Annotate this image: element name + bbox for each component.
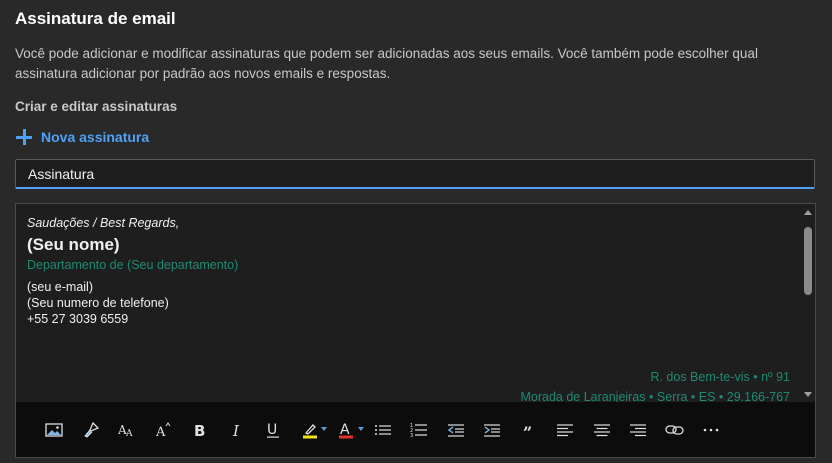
signature-editor[interactable]: Saudações / Best Regards, (Seu nome) Dep…	[15, 203, 816, 458]
more-icon	[703, 428, 719, 431]
image-icon	[45, 422, 63, 437]
link-button[interactable]	[657, 414, 694, 446]
more-options-button[interactable]	[693, 414, 730, 446]
align-left-button[interactable]	[547, 414, 584, 446]
underline-icon: U	[267, 422, 280, 438]
signature-content: Saudações / Best Regards, (Seu nome) Dep…	[27, 215, 238, 327]
change-case-button[interactable]: A	[146, 414, 183, 446]
quote-button[interactable]: ”	[511, 414, 548, 446]
bullets-button[interactable]	[365, 414, 402, 446]
bold-icon: B	[194, 422, 205, 438]
italic-icon: I	[232, 422, 240, 438]
signature-address: R. dos Bem-te-vis • nº 91 Morada de Lara…	[520, 367, 790, 407]
align-right-icon	[630, 423, 647, 436]
change-case-icon: A	[155, 421, 171, 439]
numbered-list-icon: 123	[410, 423, 428, 438]
page-description: Você pode adicionar e modificar assinatu…	[15, 46, 758, 81]
align-left-icon	[557, 423, 574, 436]
bold-button[interactable]: B	[182, 414, 219, 446]
scrollbar-thumb[interactable]	[804, 227, 812, 295]
align-center-icon	[593, 423, 610, 436]
signature-name-input[interactable]: Assinatura	[15, 159, 815, 189]
font-color-button[interactable]: A	[328, 414, 365, 446]
page-title: Assinatura de email	[15, 9, 176, 28]
formatting-toolbar: AA A B I U A 123 ”	[16, 402, 815, 457]
bulleted-list-icon	[374, 424, 391, 435]
plus-icon	[15, 128, 33, 146]
format-painter-button[interactable]	[73, 414, 110, 446]
scroll-down-arrow-icon[interactable]	[804, 392, 812, 397]
svg-text:U: U	[267, 422, 277, 438]
decrease-indent-icon	[447, 423, 464, 437]
signature-name-text: (Seu nome)	[27, 235, 120, 254]
font-size-button[interactable]: AA	[109, 414, 146, 446]
address-line-1: R. dos Bem-te-vis • nº 91	[650, 370, 790, 384]
svg-text:B: B	[194, 422, 205, 438]
decrease-indent-button[interactable]	[438, 414, 475, 446]
svg-text:A: A	[155, 425, 166, 439]
numbering-button[interactable]: 123	[401, 414, 438, 446]
signature-greeting: Saudações / Best Regards,	[27, 216, 180, 230]
link-icon	[665, 424, 684, 435]
svg-text:3: 3	[410, 433, 413, 438]
svg-text:A: A	[125, 429, 133, 438]
highlight-dropdown-chevron-icon[interactable]	[321, 426, 327, 431]
font-color-icon: A	[339, 422, 354, 438]
signature-email: (seu e-mail)	[27, 280, 93, 294]
align-center-button[interactable]	[584, 414, 621, 446]
signature-phone: +55 27 3039 6559	[27, 312, 129, 326]
italic-button[interactable]: I	[219, 414, 256, 446]
increase-indent-icon	[484, 423, 501, 437]
section-label: Criar e editar assinaturas	[15, 99, 178, 114]
font-size-icon: AA	[118, 423, 133, 438]
signature-department: Departamento de (Seu departamento)	[27, 258, 239, 272]
underline-button[interactable]: U	[255, 414, 292, 446]
scroll-up-arrow-icon[interactable]	[804, 210, 812, 215]
svg-text:I: I	[232, 422, 240, 438]
new-signature-button[interactable]: Nova assinatura	[15, 128, 149, 146]
new-signature-label: Nova assinatura	[41, 129, 150, 145]
svg-text:”: ”	[523, 424, 532, 436]
signature-phone-label: (Seu numero de telefone)	[27, 296, 169, 310]
quote-icon: ”	[523, 424, 532, 436]
editor-scrollbar[interactable]	[801, 204, 815, 402]
format-painter-icon	[83, 421, 99, 438]
align-right-button[interactable]	[620, 414, 657, 446]
insert-image-button[interactable]	[36, 414, 73, 446]
highlight-button[interactable]	[292, 414, 329, 446]
increase-indent-button[interactable]	[474, 414, 511, 446]
font-color-dropdown-chevron-icon[interactable]	[357, 426, 364, 431]
highlight-icon	[302, 423, 317, 438]
